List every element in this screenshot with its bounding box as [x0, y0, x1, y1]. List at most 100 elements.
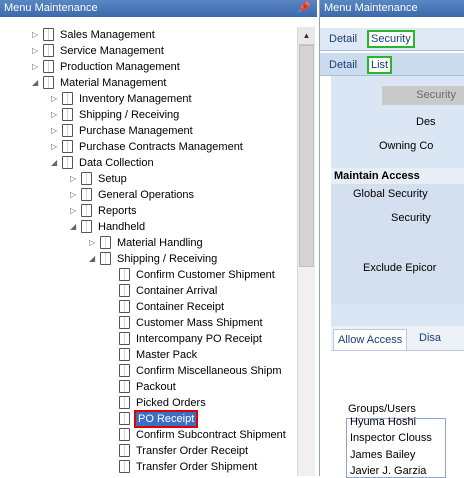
expand-right-icon[interactable]: ▷ — [89, 238, 97, 248]
groups-users-list[interactable]: Hyuma Hoshi Inspector Clouss James Baile… — [346, 416, 446, 478]
tree-item-label[interactable]: Service Management — [58, 44, 166, 58]
expand-right-icon[interactable]: ▷ — [32, 62, 40, 72]
tree-item-label[interactable]: Material Management — [58, 76, 168, 90]
tab-security[interactable]: Security — [367, 30, 415, 48]
scroll-up-arrow-icon[interactable]: ▲ — [298, 27, 315, 45]
tree-item[interactable]: Container Receipt — [0, 299, 297, 315]
expand-right-icon[interactable]: ▷ — [51, 94, 59, 104]
tree-item[interactable]: ▷ Service Management — [0, 43, 297, 59]
tree-item-label[interactable]: Transfer Order Receipt — [134, 444, 250, 458]
tree-item-label[interactable]: Handheld — [96, 220, 147, 234]
tree-item-label[interactable]: Inventory Management — [77, 92, 194, 106]
tree-item-label[interactable]: Data Collection — [77, 156, 156, 170]
tab-allow-access[interactable]: Allow Access — [333, 329, 408, 350]
expand-right-icon[interactable]: ▷ — [51, 110, 59, 120]
expand-right-icon[interactable]: ▷ — [51, 126, 59, 136]
tree-item-label[interactable]: Packout — [134, 380, 178, 394]
tree-item-label[interactable]: Picked Orders — [134, 396, 208, 410]
description-label: Des — [416, 116, 436, 128]
tree-item[interactable]: Transfer Order Shipment — [0, 459, 297, 475]
expand-down-icon[interactable]: ◢ — [70, 222, 78, 232]
expand-right-icon[interactable]: ▷ — [70, 190, 78, 200]
folder-book-icon — [62, 108, 73, 121]
tree-item-label[interactable]: Purchase Contracts Management — [77, 140, 245, 154]
expand-right-icon[interactable]: ▷ — [32, 30, 40, 40]
tree-item-label[interactable]: Master Pack — [134, 348, 199, 362]
tree-item[interactable]: ▷ General Operations — [0, 187, 297, 203]
security-button[interactable]: Security — [382, 86, 464, 105]
tab-detail[interactable]: Detail — [329, 32, 357, 46]
list-item[interactable]: Inspector Clouss — [350, 432, 432, 444]
tree-item[interactable]: Confirm Customer Shipment — [0, 267, 297, 283]
expand-down-icon[interactable]: ◢ — [51, 158, 59, 168]
list-item[interactable]: Javier J. Garzia — [350, 465, 426, 477]
tree-item-label[interactable]: Shipping / Receiving — [115, 252, 219, 266]
tree-item[interactable]: ▷ Production Management — [0, 59, 297, 75]
tree-item[interactable]: Container Arrival — [0, 283, 297, 299]
tree-item-label[interactable]: Shipping / Receiving — [77, 108, 181, 122]
tree-item[interactable]: Confirm Subcontract Shipment — [0, 427, 297, 443]
menu-item-icon — [119, 460, 130, 473]
tree-item-label[interactable]: PO Receipt — [134, 410, 199, 428]
tree-item-label[interactable]: Confirm Customer Shipment — [134, 268, 277, 282]
tree-item[interactable]: ◢ Shipping / Receiving — [0, 251, 297, 267]
tree-item-label[interactable]: Purchase Management — [77, 124, 195, 138]
folder-book-icon — [81, 204, 92, 217]
tab-list[interactable]: List — [367, 56, 393, 74]
folder-book-icon — [62, 140, 73, 153]
tree-item[interactable]: ▷ Purchase Contracts Management — [0, 139, 297, 155]
tree-item[interactable]: ▷ Shipping / Receiving — [0, 107, 297, 123]
folder-book-icon — [43, 60, 54, 73]
right-pane-title-text: Menu Maintenance — [324, 2, 418, 14]
tree-item-label[interactable]: Confirm Miscellaneous Shipm — [134, 364, 284, 378]
tree-item[interactable]: ◢ Data Collection — [0, 155, 297, 171]
pin-icon[interactable]: 📌 — [297, 0, 311, 17]
tree-item-label[interactable]: Production Management — [58, 60, 182, 74]
tree-item-label[interactable]: Intercompany PO Receipt — [134, 332, 264, 346]
folder-book-icon — [43, 44, 54, 57]
tab-disallow-access[interactable]: Disa — [419, 332, 441, 344]
tree-item[interactable]: Picked Orders — [0, 395, 297, 411]
tree-item-label[interactable]: Setup — [96, 172, 129, 186]
tab-detail-2[interactable]: Detail — [329, 58, 357, 72]
tree-item[interactable]: PO Receipt — [0, 410, 297, 428]
tree-item[interactable]: ◢ Material Management — [0, 75, 297, 91]
tree-item-label[interactable]: Sales Management — [58, 28, 157, 42]
expand-right-icon[interactable]: ▷ — [51, 142, 59, 152]
folder-book-icon — [100, 236, 111, 249]
maintain-access-heading: Maintain Access — [331, 168, 464, 184]
folder-book-icon — [43, 28, 54, 41]
tree-item[interactable]: Packout — [0, 379, 297, 395]
tree-item-label[interactable]: General Operations — [96, 188, 196, 202]
tree-item-label[interactable]: Container Receipt — [134, 300, 226, 314]
scroll-thumb[interactable] — [299, 45, 314, 267]
tree-item[interactable]: ▷ Purchase Management — [0, 123, 297, 139]
tree-item[interactable]: Master Pack — [0, 347, 297, 363]
expand-right-icon[interactable]: ▷ — [70, 206, 78, 216]
expand-down-icon[interactable]: ◢ — [89, 254, 97, 264]
expand-right-icon[interactable]: ▷ — [32, 46, 40, 56]
list-item[interactable]: James Bailey — [350, 449, 415, 461]
tree-item[interactable]: ▷ Inventory Management — [0, 91, 297, 107]
tree-item-label[interactable]: Confirm Subcontract Shipment — [134, 428, 288, 442]
tree-item[interactable]: ▷ Sales Management — [0, 27, 297, 43]
expand-right-icon[interactable]: ▷ — [70, 174, 78, 184]
folder-book-icon — [62, 156, 73, 169]
tree-item[interactable]: Confirm Miscellaneous Shipm — [0, 363, 297, 379]
expand-down-icon[interactable]: ◢ — [32, 78, 40, 88]
tree-scrollbar[interactable]: ▲ — [297, 27, 315, 476]
tree-item[interactable]: Intercompany PO Receipt — [0, 331, 297, 347]
tree-item-label[interactable]: Customer Mass Shipment — [134, 316, 265, 330]
tree-item[interactable]: ▷ Reports — [0, 203, 297, 219]
tree-item[interactable]: ▷ Setup — [0, 171, 297, 187]
security-label: Security — [391, 212, 431, 224]
tree-item-label[interactable]: Transfer Order Shipment — [134, 460, 259, 474]
tree-item-label[interactable]: Material Handling — [115, 236, 205, 250]
list-item[interactable]: Hyuma Hoshi — [350, 416, 416, 428]
tree-item[interactable]: ◢ Handheld — [0, 219, 297, 235]
tree-item[interactable]: Customer Mass Shipment — [0, 315, 297, 331]
tree-item-label[interactable]: Container Arrival — [134, 284, 219, 298]
tree-item[interactable]: Transfer Order Receipt — [0, 443, 297, 459]
tree-item[interactable]: ▷ Material Handling — [0, 235, 297, 251]
tree-item-label[interactable]: Reports — [96, 204, 139, 218]
